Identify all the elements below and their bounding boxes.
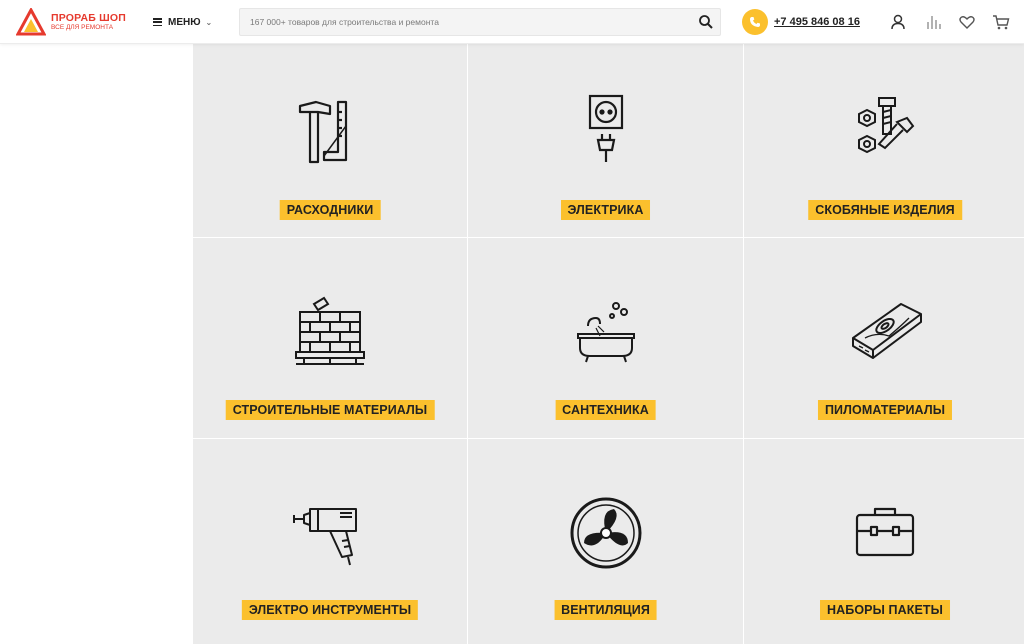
category-grid: РАСХОДНИКИ ЭЛЕКТРИКА СКОБЯНЫЕ ИЗДЕЛИЯ СТ… (193, 44, 1024, 644)
category-tile[interactable]: ВЕНТИЛЯЦИЯ (468, 439, 743, 644)
category-label[interactable]: ПИЛОМАТЕРИАЛЫ (817, 400, 953, 420)
user-icon[interactable] (889, 13, 907, 31)
category-label[interactable]: СКОБЯНЫЕ ИЗДЕЛИЯ (808, 200, 962, 220)
compare-icon[interactable] (924, 13, 942, 31)
toolbox-icon (855, 507, 915, 557)
cart-icon[interactable] (992, 13, 1010, 31)
search-input[interactable] (240, 9, 680, 35)
category-label[interactable]: СТРОИТЕЛЬНЫЕ МАТЕРИАЛЫ (225, 400, 435, 420)
category-label[interactable]: ЭЛЕКТРО ИНСТРУМЕНТЫ (241, 600, 419, 620)
category-tile[interactable]: НАБОРЫ ПАКЕТЫ (744, 439, 1024, 644)
heart-icon[interactable] (958, 13, 976, 31)
category-label[interactable]: САНТЕХНИКА (555, 400, 656, 420)
logo-title: ПРОРАБ ШОП (51, 11, 126, 24)
logo-triangle-icon (16, 8, 46, 36)
category-label[interactable]: РАСХОДНИКИ (279, 200, 381, 220)
socket-plug-icon (588, 94, 623, 162)
category-label[interactable]: НАБОРЫ ПАКЕТЫ (820, 600, 950, 620)
phone-contact[interactable]: +7 495 846 08 16 (742, 9, 860, 35)
bricks-icon (295, 296, 365, 365)
category-label[interactable]: ВЕНТИЛЯЦИЯ (554, 600, 657, 620)
category-label[interactable]: ЭЛЕКТРИКА (560, 200, 651, 220)
search-bar (239, 8, 721, 36)
hamburger-icon (153, 18, 162, 26)
category-tile[interactable]: САНТЕХНИКА (468, 238, 743, 438)
chevron-down-icon: ⌄ (205, 17, 213, 27)
wood-plank-icon (852, 303, 922, 359)
fan-icon (570, 497, 641, 569)
category-tile[interactable]: ПИЛОМАТЕРИАЛЫ (744, 238, 1024, 438)
phone-icon (742, 9, 768, 35)
bathtub-icon (576, 302, 635, 363)
category-tile[interactable]: ЭЛЕКТРИКА (468, 44, 743, 237)
logo-subtitle: ВСЕ ДЛЯ РЕМОНТА (51, 24, 114, 31)
glue-gun-icon (293, 508, 357, 566)
phone-number[interactable]: +7 495 846 08 16 (774, 16, 860, 28)
search-icon[interactable] (698, 14, 714, 30)
hammer-ruler-icon (298, 100, 348, 164)
category-tile[interactable]: РАСХОДНИКИ (193, 44, 467, 237)
category-tile[interactable]: СКОБЯНЫЕ ИЗДЕЛИЯ (744, 44, 1024, 237)
menu-button[interactable]: МЕНЮ ⌄ (153, 12, 212, 32)
site-header: ПРОРАБ ШОП ВСЕ ДЛЯ РЕМОНТА МЕНЮ ⌄ +7 495… (0, 0, 1024, 44)
category-tile[interactable]: СТРОИТЕЛЬНЫЕ МАТЕРИАЛЫ (193, 238, 467, 438)
bolts-nuts-icon (858, 97, 915, 154)
menu-label: МЕНЮ (168, 16, 201, 28)
logo[interactable]: ПРОРАБ ШОП ВСЕ ДЛЯ РЕМОНТА (16, 6, 136, 38)
category-tile[interactable]: ЭЛЕКТРО ИНСТРУМЕНТЫ (193, 439, 467, 644)
